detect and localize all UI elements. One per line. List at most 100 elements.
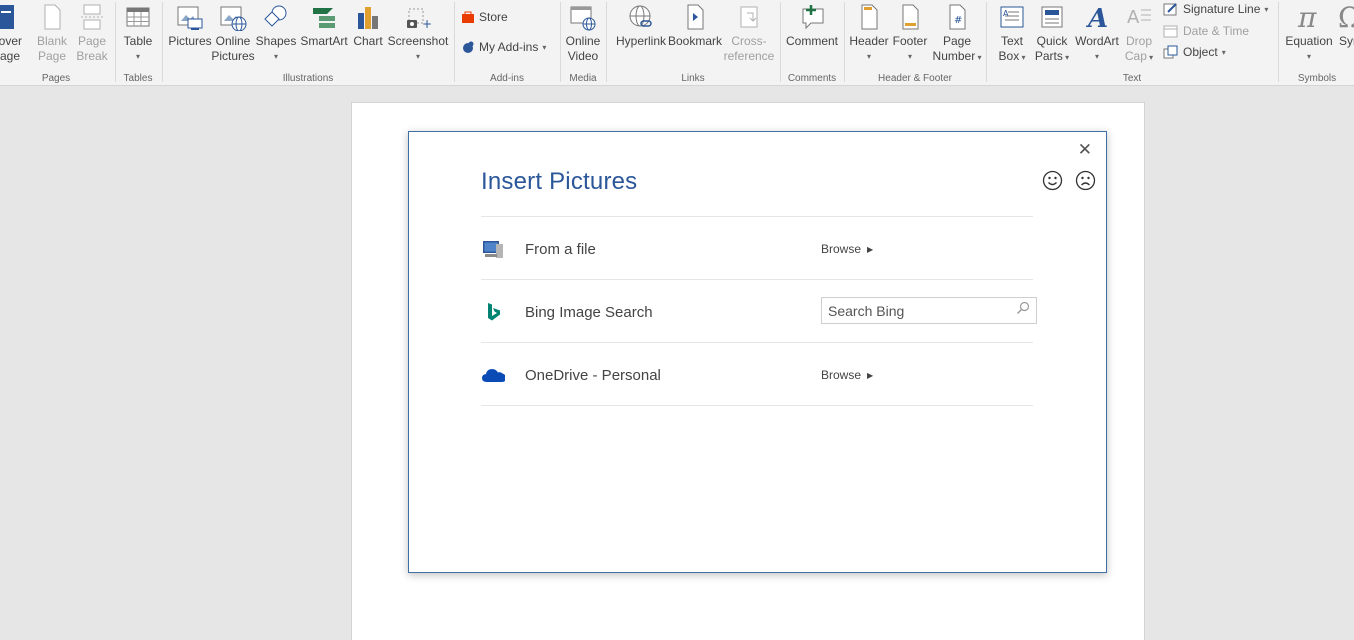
chart-button[interactable]: Chart [351, 0, 385, 49]
symbol-button[interactable]: Ω Sym [1331, 0, 1354, 49]
page-break-button[interactable]: Page Break [74, 0, 110, 64]
svg-text:+: + [422, 17, 432, 31]
screenshot-icon: + [402, 0, 434, 34]
chart-icon [352, 0, 384, 34]
svg-text:Ω: Ω [1338, 2, 1354, 32]
dropdown-caret-icon: ▾ [866, 52, 871, 61]
page-number-icon: # [941, 0, 973, 34]
hyperlink-button[interactable]: Hyperlink [611, 0, 671, 49]
online-pictures-button[interactable]: Online Pictures [211, 0, 255, 64]
dropdown-caret-icon: ▾ [1221, 47, 1226, 57]
pi-icon: π [1293, 0, 1325, 34]
close-icon[interactable]: ✕ [1078, 140, 1092, 160]
text-box-button[interactable]: A Text Box ▾ [993, 0, 1031, 65]
dialog-title: Insert Pictures [481, 168, 638, 195]
smile-icon[interactable] [1042, 170, 1063, 196]
smartart-button[interactable]: SmartArt [297, 0, 351, 49]
store-icon [462, 11, 474, 23]
onedrive-label: OneDrive - Personal [525, 367, 661, 384]
picture-sources-list: From a file Browse ▶ Bing Image Search S… [481, 216, 1037, 406]
svg-text:A: A [1127, 7, 1140, 28]
footer-icon [894, 0, 926, 34]
comment-button[interactable]: Comment [783, 0, 841, 49]
bing-search-input[interactable] [828, 302, 1016, 319]
bing-search-label: Bing Image Search [525, 304, 653, 321]
screenshot-button[interactable]: + Screenshot ▾ [387, 0, 449, 64]
drop-cap-button[interactable]: A Drop Cap ▾ [1121, 0, 1157, 65]
equation-button[interactable]: π Equation ▾ [1283, 0, 1335, 64]
bing-search-box [821, 297, 1037, 324]
from-file-row: From a file Browse ▶ [481, 217, 1033, 280]
blank-page-button[interactable]: Blank Page [34, 0, 70, 64]
object-icon [1163, 45, 1178, 59]
page-number-button[interactable]: # Page Number ▾ [931, 0, 983, 65]
footer-button[interactable]: Footer ▾ [889, 0, 931, 64]
dropdown-caret-icon: ▾ [1264, 4, 1269, 14]
computer-icon [481, 237, 505, 261]
addins-group: Store My Add-ins ▾ Add-ins [455, 0, 559, 85]
store-button[interactable]: Store [461, 10, 508, 24]
signature-icon [1163, 3, 1177, 16]
pictures-icon [174, 0, 206, 34]
dropdown-caret-icon: ▾ [415, 52, 420, 61]
online-video-icon [567, 0, 599, 34]
insert-ribbon: Cover Page Blank Page Page Break Pages T… [0, 0, 1354, 86]
signature-line-button[interactable]: Signature Line ▾ [1163, 2, 1268, 16]
symbols-group: π Equation ▾ Ω Sym Symbols [1279, 0, 1354, 85]
date-time-button[interactable]: Date & Time [1163, 24, 1249, 38]
pictures-button[interactable]: Pictures [167, 0, 213, 49]
cover-page-button[interactable]: Cover Page [0, 0, 24, 64]
object-button[interactable]: Object ▾ [1163, 45, 1226, 59]
tables-group: Table ▾ Tables [116, 0, 160, 85]
pages-group: Cover Page Blank Page Page Break Pages [0, 0, 112, 85]
bookmark-button[interactable]: Bookmark [667, 0, 723, 49]
header-footer-group: Header ▾ Footer ▾ # Page Number ▾ Header… [845, 0, 985, 85]
arrow-right-icon: ▶ [867, 244, 874, 254]
header-button[interactable]: Header ▾ [847, 0, 891, 64]
dropdown-caret-icon: ▾ [1146, 53, 1154, 62]
wordart-button[interactable]: A WordArt ▾ [1073, 0, 1121, 64]
onedrive-row: OneDrive - Personal Browse ▶ [481, 343, 1033, 406]
media-group: Online Video Media [561, 0, 605, 85]
svg-text:#: # [954, 15, 962, 26]
addins-icon [463, 41, 474, 53]
comment-icon [796, 0, 828, 34]
dropdown-caret-icon: ▾ [1019, 53, 1026, 62]
dropdown-caret-icon: ▾ [1306, 52, 1311, 61]
text-group: A Text Box ▾ Quick Parts ▾ A WordArt ▾ A… [987, 0, 1277, 85]
cross-reference-icon [733, 0, 765, 34]
cover-page-icon [0, 0, 22, 34]
dropdown-caret-icon: ▾ [273, 52, 278, 61]
dropdown-caret-icon: ▾ [907, 52, 912, 61]
drop-cap-icon: A [1123, 0, 1155, 34]
comments-group: Comment Comments [781, 0, 843, 85]
links-group: Hyperlink Bookmark Cross- reference Link… [607, 0, 779, 85]
cross-reference-button[interactable]: Cross- reference [721, 0, 777, 64]
shapes-button[interactable]: Shapes ▾ [255, 0, 297, 64]
search-icon[interactable] [1016, 301, 1030, 320]
onedrive-browse-button[interactable]: Browse ▶ [821, 368, 873, 382]
dropdown-caret-icon: ▾ [1062, 53, 1070, 62]
illustrations-group: Pictures Online Pictures Shapes ▾ SmartA… [163, 0, 453, 85]
bookmark-icon [679, 0, 711, 34]
bing-search-row: Bing Image Search [481, 280, 1037, 343]
insert-pictures-dialog: ✕ Insert Pictures From a file Browse ▶ B [408, 131, 1107, 573]
frown-icon[interactable] [1075, 170, 1096, 196]
shapes-icon [260, 0, 292, 34]
wordart-icon: A [1081, 0, 1113, 34]
from-file-label: From a file [525, 241, 596, 258]
smartart-icon [308, 0, 340, 34]
quick-parts-button[interactable]: Quick Parts ▾ [1031, 0, 1073, 65]
dropdown-caret-icon: ▾ [975, 53, 982, 62]
from-file-browse-button[interactable]: Browse ▶ [821, 242, 873, 256]
my-addins-button[interactable]: My Add-ins ▾ [461, 40, 546, 54]
arrow-right-icon: ▶ [867, 370, 874, 380]
page-break-icon [76, 0, 108, 34]
svg-text:π: π [1297, 2, 1317, 32]
online-video-button[interactable]: Online Video [565, 0, 601, 64]
text-box-icon: A [996, 0, 1028, 34]
bing-icon [481, 300, 505, 324]
svg-text:A: A [1003, 9, 1009, 18]
table-button[interactable]: Table ▾ [120, 0, 156, 64]
dropdown-caret-icon: ▾ [1094, 52, 1099, 61]
